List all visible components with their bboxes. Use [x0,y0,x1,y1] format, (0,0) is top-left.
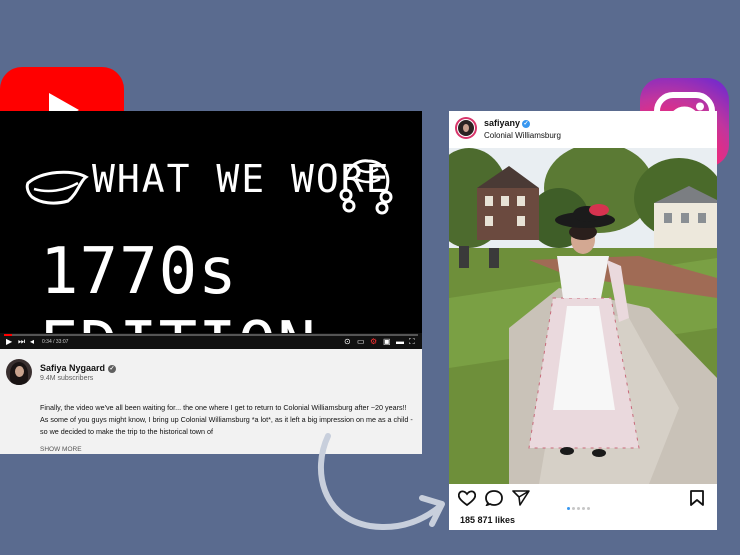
carousel-dot [577,507,580,510]
ig-username[interactable]: safiyany [484,118,520,128]
carousel-dot [567,507,570,510]
play-icon[interactable]: ▶ [6,338,12,346]
tricorn-hat-icon [25,170,89,205]
bookmark-icon[interactable] [690,490,704,506]
channel-name-row[interactable]: Safiya Nygaard ✓ [40,363,117,373]
post-action-bar [449,487,717,510]
ig-username-row[interactable]: safiyany ✓ [484,118,531,128]
player-controls-bar: ▶ ⏭ ◂ 0:34 / 33:07 ⊙ ▭ ⚙ ▣ ▬ ⛶ [0,333,422,349]
video-title-line-2: 1770s EDITION [40,235,316,337]
fullscreen-icon[interactable]: ⛶ [409,338,415,346]
theater-mode-icon[interactable]: ▬ [396,338,404,346]
progress-bar-fill [4,334,13,336]
volume-icon[interactable]: ◂ [30,338,34,346]
like-count[interactable]: 185 871 likes [460,515,515,525]
instagram-post-card: safiyany ✓ Colonial Williamsburg 185 871… [449,111,717,530]
autoplay-toggle-icon[interactable]: ⊙ [344,338,351,346]
youtube-video-card: WHAT WE WORE 1770s EDITION ▶ ⏭ ◂ 0:34 / … [0,111,422,454]
post-photo[interactable] [449,148,717,484]
progress-bar[interactable] [4,334,418,336]
like-heart-icon[interactable] [458,490,476,506]
show-more-button[interactable]: SHOW MORE [40,446,82,453]
captions-icon[interactable]: ▭ [357,338,365,346]
comment-icon[interactable] [485,490,503,506]
instagram-avatar[interactable] [455,117,477,139]
next-icon[interactable]: ⏭ [18,338,25,346]
ig-location[interactable]: Colonial Williamsburg [484,131,561,140]
share-send-icon[interactable] [512,490,530,506]
avatar-face [15,366,24,377]
subscriber-count: 9.4M subscribers [40,375,94,382]
carousel-dot [587,507,590,510]
youtube-video-player[interactable]: WHAT WE WORE 1770s EDITION [0,111,422,337]
curved-arrow-icon [318,433,445,530]
avatar-face [463,124,469,132]
ig-verified-icon: ✓ [522,120,531,128]
verified-icon: ✓ [108,365,117,373]
channel-avatar[interactable] [6,359,32,385]
carousel-dot [582,507,585,510]
miniplayer-icon[interactable]: ▣ [383,338,391,346]
carousel-dot [572,507,575,510]
settings-icon[interactable]: ⚙ [370,338,377,346]
video-time: 0:34 / 33:07 [42,339,69,345]
carousel-dots [567,497,592,515]
channel-name[interactable]: Safiya Nygaard [40,363,105,373]
powdered-wig-icon [339,159,393,215]
